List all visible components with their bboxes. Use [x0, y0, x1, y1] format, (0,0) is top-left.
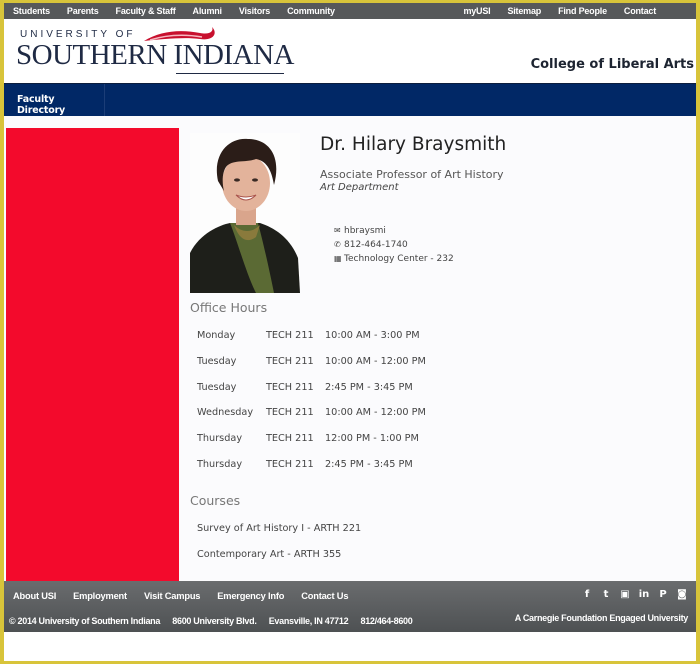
- time-cell: 10:00 AM - 3:00 PM: [325, 330, 420, 342]
- footer-phone-text: 812/464-8600: [360, 616, 413, 626]
- topnav-visitors[interactable]: Visitors: [239, 3, 270, 19]
- office-hours-row: Wednesday TECH 211 10:00 AM - 12:00 PM: [197, 400, 426, 426]
- city-text: Evansville, IN 47712: [268, 616, 349, 626]
- office-hours-row: Tuesday TECH 211 2:45 PM - 3:45 PM: [197, 374, 426, 400]
- page-frame: Students Parents Faculty & Staff Alumni …: [4, 3, 696, 661]
- footer-employment[interactable]: Employment: [73, 591, 127, 601]
- office-hours-row: Thursday TECH 211 12:00 PM - 1:00 PM: [197, 426, 426, 452]
- office-hours-table: Monday TECH 211 10:00 AM - 3:00 PM Tuesday T…: [197, 323, 426, 477]
- topnav-contact[interactable]: Contact: [624, 3, 656, 19]
- footer-emergency-info[interactable]: Emergency Info: [217, 591, 284, 601]
- time-cell: 12:00 PM - 1:00 PM: [325, 433, 419, 445]
- time-cell: 2:45 PM - 3:45 PM: [325, 458, 413, 470]
- bottom-spacer: [4, 632, 696, 661]
- topnav-myusi[interactable]: myUSI: [463, 3, 490, 19]
- room-cell: TECH 211: [266, 381, 314, 393]
- room-cell: TECH 211: [266, 356, 314, 368]
- phone-icon: ✆: [334, 240, 341, 249]
- topnav-sitemap[interactable]: Sitemap: [507, 3, 541, 19]
- time-cell: 10:00 AM - 12:00 PM: [325, 407, 426, 419]
- faculty-title: Associate Professor of Art History: [320, 168, 504, 181]
- contact-office: ▦ Technology Center - 232: [334, 254, 454, 264]
- time-cell: 10:00 AM - 12:00 PM: [325, 356, 426, 368]
- email-text: hbraysmi: [344, 226, 386, 236]
- footer-visit-campus[interactable]: Visit Campus: [144, 591, 201, 601]
- topnav-find-people[interactable]: Find People: [558, 3, 607, 19]
- youtube-icon[interactable]: ▣: [619, 589, 631, 601]
- linkedin-icon[interactable]: in: [638, 589, 650, 601]
- faculty-name: Dr. Hilary Braysmith: [320, 134, 507, 155]
- faculty-directory-label: Faculty Directory: [17, 94, 66, 116]
- room-cell: TECH 211: [266, 433, 314, 445]
- day-cell: Wednesday: [197, 407, 254, 419]
- usi-logo[interactable]: UNIVERSITY OF SOUTHERN INDIANA: [16, 25, 294, 77]
- site-footer: About USI Employment Visit Campus Emerge…: [4, 581, 696, 632]
- topnav-alumni[interactable]: Alumni: [193, 3, 223, 19]
- social-icons: f t ▣ in P ◙: [581, 589, 688, 601]
- faculty-department: Art Department: [320, 182, 399, 193]
- site-header: UNIVERSITY OF SOUTHERN INDIANA College o…: [4, 19, 696, 83]
- pinterest-icon[interactable]: P: [657, 589, 669, 601]
- faculty-directory-link[interactable]: Faculty Directory: [4, 84, 105, 116]
- footer-contact-us[interactable]: Contact Us: [301, 591, 348, 601]
- footer-copyright: © 2014 University of Southern Indiana 86…: [9, 616, 422, 626]
- twitter-icon[interactable]: t: [600, 589, 612, 601]
- room-cell: TECH 211: [266, 330, 314, 342]
- topnav-community[interactable]: Community: [287, 3, 335, 19]
- office-hours-row: Tuesday TECH 211 10:00 AM - 12:00 PM: [197, 349, 426, 375]
- top-navigation: Students Parents Faculty & Staff Alumni …: [4, 3, 696, 19]
- directory-banner: Faculty Directory: [4, 83, 696, 116]
- contact-phone[interactable]: ✆ 812-464-1740: [334, 240, 408, 250]
- envelope-icon: ✉: [334, 226, 341, 235]
- footer-about-usi[interactable]: About USI: [13, 591, 56, 601]
- day-cell: Tuesday: [197, 356, 237, 368]
- logo-southern-indiana: SOUTHERN INDIANA: [16, 39, 294, 71]
- topnav-students[interactable]: Students: [13, 3, 50, 19]
- course-item[interactable]: Survey of Art History I - ARTH 221: [197, 523, 361, 534]
- courses-heading: Courses: [190, 493, 241, 508]
- phone-text: 812-464-1740: [344, 240, 408, 250]
- topnav-faculty-staff[interactable]: Faculty & Staff: [116, 3, 176, 19]
- day-cell: Tuesday: [197, 381, 237, 393]
- office-hours-heading: Office Hours: [190, 300, 268, 315]
- day-cell: Thursday: [197, 458, 243, 470]
- instagram-icon[interactable]: ◙: [676, 589, 688, 601]
- college-title: College of Liberal Arts: [530, 57, 694, 72]
- carnegie-tagline: A Carnegie Foundation Engaged University: [514, 613, 689, 623]
- sidebar-red-block: [6, 128, 179, 583]
- day-cell: Monday: [197, 330, 236, 342]
- time-cell: 2:45 PM - 3:45 PM: [325, 381, 413, 393]
- day-cell: Thursday: [197, 433, 243, 445]
- course-item[interactable]: Contemporary Art - ARTH 355: [197, 549, 341, 560]
- contact-email[interactable]: ✉ hbraysmi: [334, 226, 386, 236]
- faculty-photo: [190, 133, 300, 293]
- office-hours-row: Monday TECH 211 10:00 AM - 3:00 PM: [197, 323, 426, 349]
- building-icon: ▦: [334, 254, 342, 263]
- copyright-text: © 2014 University of Southern Indiana: [9, 616, 161, 626]
- address-text: 8600 University Blvd.: [172, 616, 257, 626]
- facebook-icon[interactable]: f: [581, 589, 593, 601]
- office-text: Technology Center - 232: [344, 254, 454, 264]
- topnav-parents[interactable]: Parents: [67, 3, 99, 19]
- room-cell: TECH 211: [266, 407, 314, 419]
- logo-underline: [176, 73, 284, 74]
- office-hours-row: Thursday TECH 211 2:45 PM - 3:45 PM: [197, 451, 426, 477]
- room-cell: TECH 211: [266, 458, 314, 470]
